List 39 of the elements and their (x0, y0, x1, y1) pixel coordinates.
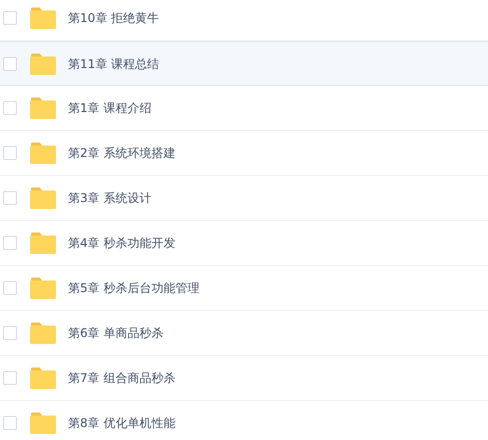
folder-row[interactable]: 第1章 课程介绍 (0, 86, 488, 131)
checkbox[interactable] (3, 326, 17, 340)
folder-name: 第4章 秒杀功能开发 (68, 235, 176, 252)
checkbox[interactable] (3, 416, 17, 430)
folder-name: 第1章 课程介绍 (68, 100, 152, 117)
folder-name: 第2章 系统环境搭建 (68, 145, 176, 162)
folder-name: 第3章 系统设计 (68, 190, 152, 207)
folder-icon (30, 142, 56, 164)
folder-icon (30, 412, 56, 434)
folder-name: 第6章 单商品秒杀 (68, 325, 164, 342)
folder-row[interactable]: 第11章 课程总结 (0, 41, 488, 86)
folder-icon (30, 367, 56, 389)
folder-name: 第10章 拒绝黄牛 (68, 10, 160, 27)
folder-name: 第5章 秒杀后台功能管理 (68, 280, 200, 297)
folder-icon (30, 52, 56, 74)
checkbox[interactable] (3, 371, 17, 385)
checkbox[interactable] (3, 11, 17, 25)
folder-icon (30, 277, 56, 299)
folder-icon (30, 322, 56, 344)
checkbox[interactable] (3, 101, 17, 115)
folder-row[interactable]: 第6章 单商品秒杀 (0, 311, 488, 356)
folder-name: 第8章 优化单机性能 (68, 415, 176, 432)
folder-icon (30, 97, 56, 119)
folder-row[interactable]: 第2章 系统环境搭建 (0, 131, 488, 176)
folder-icon (30, 187, 56, 209)
folder-row[interactable]: 第3章 系统设计 (0, 176, 488, 221)
folder-name: 第7章 组合商品秒杀 (68, 370, 176, 387)
folder-row[interactable]: 第5章 秒杀后台功能管理 (0, 266, 488, 311)
checkbox[interactable] (3, 191, 17, 205)
checkbox[interactable] (3, 281, 17, 295)
checkbox[interactable] (3, 236, 17, 250)
checkbox[interactable] (3, 56, 17, 70)
folder-row[interactable]: 第8章 优化单机性能 (0, 401, 488, 440)
folder-icon (30, 232, 56, 254)
folder-icon (30, 7, 56, 29)
folder-name: 第11章 课程总结 (68, 56, 160, 72)
folder-row[interactable]: 第7章 组合商品秒杀 (0, 356, 488, 401)
checkbox[interactable] (3, 146, 17, 160)
folder-row[interactable]: 第4章 秒杀功能开发 (0, 221, 488, 266)
